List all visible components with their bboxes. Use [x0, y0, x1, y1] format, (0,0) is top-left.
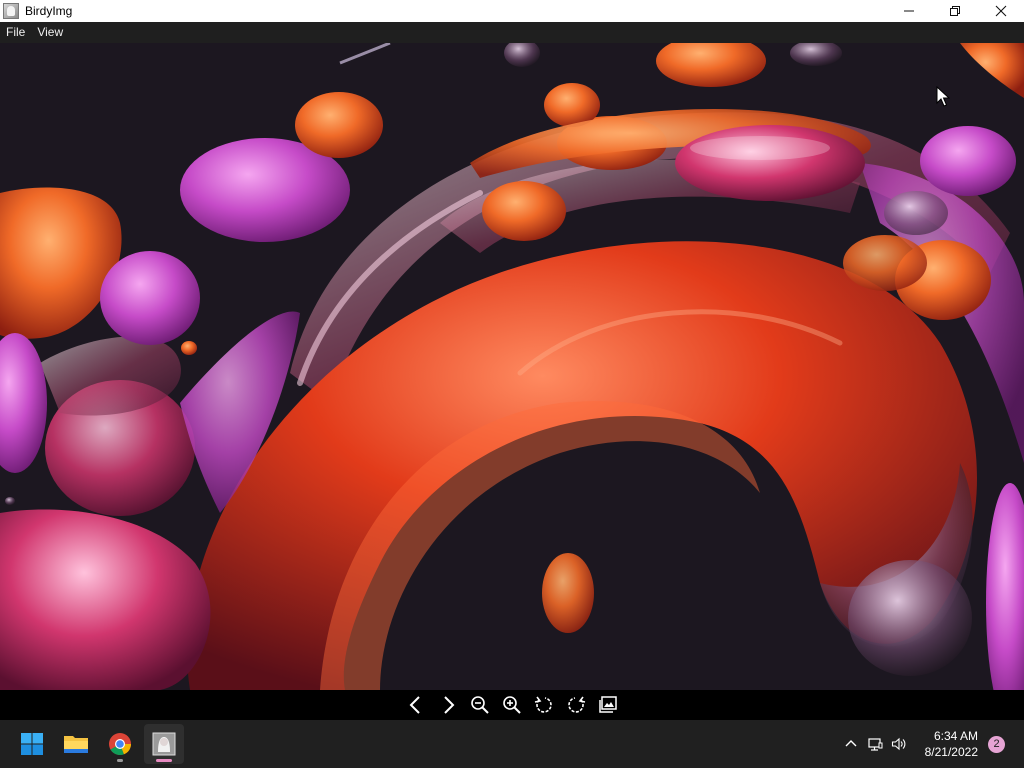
menu-file[interactable]: File [0, 22, 31, 43]
minimize-icon [904, 10, 914, 12]
birdyimg-icon [152, 732, 176, 756]
taskbar-chrome[interactable] [100, 724, 140, 764]
clock-date: 8/21/2022 [924, 745, 978, 759]
clock[interactable]: 6:34 AM 8/21/2022 [925, 728, 978, 760]
clock-time: 6:34 AM [933, 729, 978, 743]
rotate-right-button[interactable] [562, 692, 590, 718]
zoom-in-button[interactable] [498, 692, 526, 718]
menu-view[interactable]: View [31, 22, 69, 43]
taskbar-apps [12, 720, 188, 768]
taskbar-birdyimg[interactable] [144, 724, 184, 764]
taskbar-file-explorer[interactable] [56, 724, 96, 764]
chevron-up-icon [845, 740, 857, 747]
windows-start-icon [21, 733, 43, 755]
running-indicator [117, 759, 123, 762]
gallery-icon [599, 696, 617, 713]
minimize-button[interactable] [886, 0, 932, 22]
maximize-button[interactable] [932, 0, 978, 22]
viewer-toolbar [0, 690, 1024, 720]
show-hidden-icons-button[interactable] [839, 729, 863, 759]
volume-icon [891, 737, 906, 751]
taskbar: 6:34 AM 8/21/2022 2 [0, 720, 1024, 768]
rotate-left-icon [534, 696, 552, 713]
zoom-out-button[interactable] [466, 692, 494, 718]
window-title: BirdyImg [25, 4, 73, 18]
app-window: BirdyImg File View 6:34 AM 8/21/2022 2 [0, 0, 1024, 768]
close-icon [995, 5, 1007, 17]
network-button[interactable] [863, 729, 887, 759]
image-viewport[interactable] [0, 43, 1024, 690]
active-indicator [156, 759, 172, 762]
next-button[interactable] [434, 692, 462, 718]
window-controls [886, 0, 1024, 22]
start-button[interactable] [12, 724, 52, 764]
title-bar[interactable]: BirdyImg [0, 0, 1024, 22]
next-icon [444, 696, 455, 714]
app-icon [3, 3, 19, 19]
previous-icon [409, 696, 420, 714]
mouse-cursor-icon [936, 86, 950, 107]
previous-button[interactable] [402, 692, 430, 718]
rotate-left-button[interactable] [530, 692, 558, 718]
displayed-image [0, 43, 1024, 690]
rotate-right-icon [568, 696, 586, 713]
notification-badge[interactable]: 2 [988, 735, 1005, 753]
gallery-button[interactable] [594, 692, 622, 718]
menu-bar: File View [0, 22, 1024, 43]
maximize-icon [950, 6, 960, 16]
close-button[interactable] [978, 0, 1024, 22]
volume-button[interactable] [887, 729, 911, 759]
zoom-out-icon [471, 696, 489, 714]
chrome-icon [109, 733, 132, 756]
network-icon [868, 738, 883, 751]
file-explorer-icon [64, 736, 88, 753]
system-tray: 6:34 AM 8/21/2022 2 [839, 720, 1024, 768]
zoom-in-icon [503, 696, 521, 714]
